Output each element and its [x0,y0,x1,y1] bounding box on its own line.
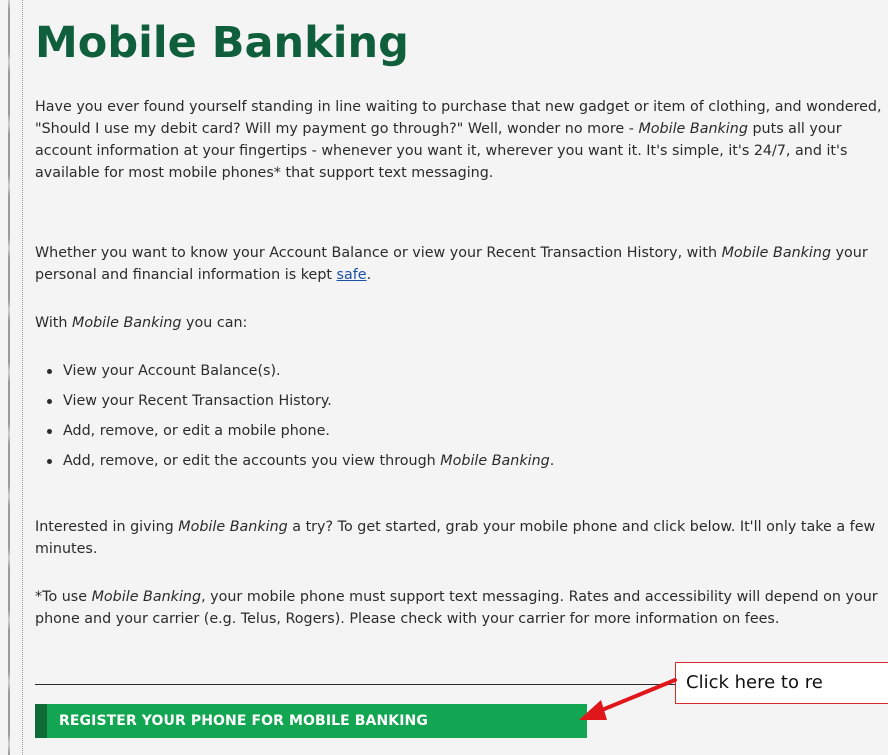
security-text-3: . [366,267,372,283]
footnote-emphasis: Mobile Banking [91,589,202,605]
security-text-1: Whether you want to know your Account Ba… [35,245,722,261]
list-item-text: View your Account Balance(s). [63,363,281,379]
register-phone-button[interactable]: REGISTER YOUR PHONE FOR MOBILE BANKING [35,704,587,738]
features-intro: With Mobile Banking you can: [35,312,887,334]
intro-emphasis: Mobile Banking [638,121,748,137]
red-arrow-icon [579,678,677,720]
cta-emphasis: Mobile Banking [178,519,288,535]
security-emphasis: Mobile Banking [721,245,832,261]
list-item: View your Account Balance(s). [35,356,887,386]
page: Mobile Banking Have you ever found yours… [0,0,888,755]
list-item: View your Recent Transaction History. [35,386,887,416]
cta-paragraph: Interested in giving Mobile Banking a tr… [35,516,887,560]
footnote-text-1: *To use [35,589,92,605]
list-item-text: View your Recent Transaction History. [63,393,332,409]
bullet-icon [47,459,52,464]
annotation-callout: Click here to re [675,662,888,704]
list-item: Add, remove, or edit a mobile phone. [35,416,887,446]
features-intro-text-2: you can: [181,315,248,331]
list-item: Add, remove, or edit the accounts you vi… [35,446,887,476]
gutter-dots [8,0,10,755]
safe-link[interactable]: safe [337,267,367,283]
bullet-icon [47,369,52,374]
list-item-text: Add, remove, or edit the accounts you vi… [63,453,441,469]
bullet-icon [47,399,52,404]
security-paragraph: Whether you want to know your Account Ba… [35,242,887,286]
features-intro-emphasis: Mobile Banking [72,315,182,331]
left-gutter [0,0,23,755]
features-intro-text-1: With [35,315,73,331]
features-list: View your Account Balance(s). View your … [35,356,887,476]
list-item-suffix: . [549,453,555,469]
intro-paragraph: Have you ever found yourself standing in… [35,96,887,184]
page-title: Mobile Banking [35,18,409,68]
list-item-text: Add, remove, or edit a mobile phone. [63,423,330,439]
main-content: Mobile Banking Have you ever found yours… [23,0,888,755]
bullet-icon [47,429,52,434]
cta-text-1: Interested in giving [35,519,179,535]
footnote-paragraph: *To use Mobile Banking, your mobile phon… [35,586,887,630]
list-item-emphasis: Mobile Banking [440,453,550,469]
